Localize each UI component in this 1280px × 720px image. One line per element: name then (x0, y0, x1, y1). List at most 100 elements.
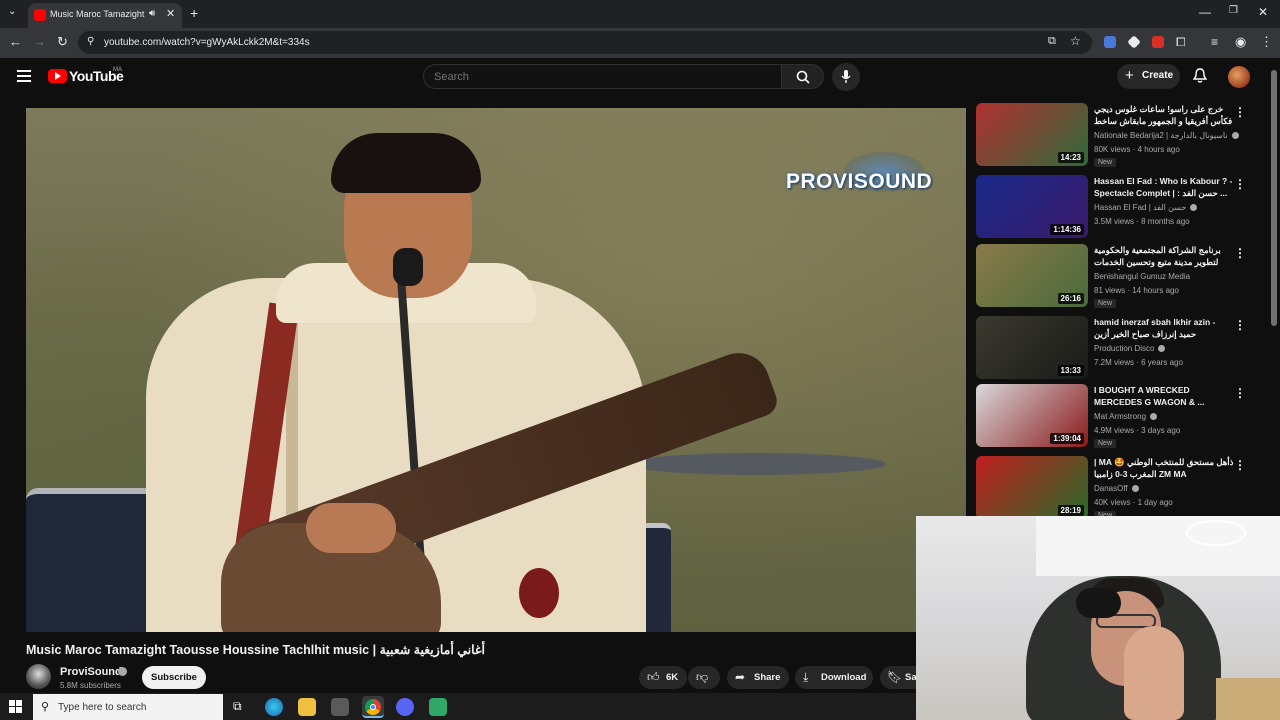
recommendation-title[interactable]: Hassan El Fad : Who Is Kabour ? - Specta… (1094, 175, 1234, 199)
address-bar[interactable]: ⚲ youtube.com/watch?v=gWyAkLckk2M&t=334s… (78, 31, 1092, 54)
recommendation-channel[interactable]: Benishangul Gumuz Media (1094, 272, 1190, 281)
media-controls-icon[interactable]: ≡ (1211, 35, 1218, 49)
dislike-button[interactable]: 👎︎ (688, 666, 720, 689)
recommendation-thumbnail[interactable]: 1:39:04 (976, 384, 1088, 447)
page-scrollbar[interactable] (1271, 70, 1277, 326)
recommendation-channel[interactable]: DanasOff (1094, 484, 1139, 493)
edge-browser-icon[interactable] (265, 698, 283, 716)
recommendation-channel[interactable]: Hassan El Fad | حسن الفد (1094, 203, 1198, 212)
close-icon[interactable]: ✕ (166, 7, 175, 20)
red-extension-icon[interactable] (1152, 36, 1164, 48)
video-duration: 1:14:36 (1050, 224, 1084, 235)
translate-extension-icon[interactable] (1104, 36, 1116, 48)
recommendation-thumbnail[interactable]: 28:19 (976, 456, 1088, 519)
install-app-icon[interactable]: ⧉ (1048, 35, 1056, 48)
channel-name[interactable]: ProviSound (60, 666, 122, 678)
recommendation-title[interactable]: I BOUGHT A WRECKED MERCEDES G WAGON & ..… (1094, 384, 1234, 408)
recommendation-item[interactable]: 1:14:36 Hassan El Fad : Who Is Kabour ? -… (976, 175, 1266, 239)
file-explorer-icon[interactable] (298, 698, 316, 716)
webcam-overlay (916, 516, 1280, 720)
recommendation-item[interactable]: 1:39:04 I BOUGHT A WRECKED MERCEDES G WAG… (976, 384, 1266, 448)
recommendation-item[interactable]: 13:33 hamid inerzaf sbah lkhir azin - حمي… (976, 316, 1266, 380)
recommendation-meta: 3.5M views · 8 months ago (1094, 217, 1190, 226)
task-view-icon[interactable]: ⧉ (233, 699, 242, 714)
recommendation-item[interactable]: 26:16 برنامج الشراكة المجتمعية والحكومية … (976, 244, 1266, 308)
subscribe-button[interactable]: Subscribe (142, 666, 206, 689)
recommendation-thumbnail[interactable]: 1:14:36 (976, 175, 1088, 238)
speaker-icon[interactable]: 🔊︎ (149, 8, 155, 19)
recommendation-title[interactable]: | MA 🤩 ذأهل مستحق للمنتخب الوطني المغرب … (1094, 456, 1234, 480)
extensions-puzzle-icon[interactable]: ⧠ (1176, 35, 1186, 50)
create-button[interactable]: + Create (1117, 64, 1180, 89)
thumbs-down-icon: 👎︎ (696, 670, 709, 684)
app-icon[interactable] (429, 698, 447, 716)
ceiling-lamp (1186, 520, 1246, 546)
search-input[interactable] (434, 69, 764, 85)
store-icon[interactable] (331, 698, 349, 716)
recommendation-item[interactable]: 14:23 خرج على راسو! ساعات غلوس ديجي فكأس … (976, 103, 1266, 167)
chevron-down-icon[interactable]: ⌄ (8, 6, 16, 17)
recommendation-channel[interactable]: Production Disco (1094, 344, 1166, 353)
recommendation-channel-name: Benishangul Gumuz Media (1094, 272, 1191, 281)
chrome-icon[interactable] (362, 696, 384, 718)
more-options-icon[interactable]: ⋮ (1234, 246, 1246, 260)
profile-icon[interactable]: ◉ (1235, 34, 1246, 50)
plus-icon[interactable]: + (190, 5, 198, 21)
minimize-icon[interactable]: — (1199, 5, 1211, 19)
discord-icon[interactable] (396, 698, 414, 716)
forward-icon[interactable]: → (33, 34, 46, 49)
video-player[interactable]: PROVISOUND (26, 108, 966, 632)
youtube-logo-icon[interactable] (48, 69, 67, 83)
video-watermark: PROVISOUND (786, 170, 933, 193)
person-hands (1124, 626, 1184, 720)
subscribe-label: Subscribe (151, 672, 197, 683)
recommendation-channel[interactable]: Nationale Bedarija2 | ناسيونال بالدارجة (1094, 131, 1239, 140)
more-options-icon[interactable]: ⋮ (1234, 105, 1246, 119)
url-text: youtube.com/watch?v=gWyAkLckk2M&t=334s (104, 37, 310, 48)
window-close-icon[interactable]: ✕ (1258, 5, 1268, 19)
create-label: Create (1142, 70, 1174, 81)
browser-tab[interactable]: Music Maroc Tamazight Taousse Houssine T… (28, 3, 182, 28)
taskbar-search-box[interactable]: ⚲ Type here to search (33, 694, 223, 720)
musician-hair (331, 133, 481, 193)
back-icon[interactable]: ← (9, 34, 22, 49)
diamond-extension-icon[interactable] (1127, 35, 1141, 49)
save-button[interactable]: 🔖︎ Sa (880, 666, 917, 689)
recommendation-channel-name: Mat Armstrong (1094, 412, 1147, 421)
recommendation-thumbnail[interactable]: 26:16 (976, 244, 1088, 307)
subscriber-count: 5.8M subscribers (60, 681, 121, 690)
recommendation-title[interactable]: hamid inerzaf sbah lkhir azin - حميد إنر… (1094, 316, 1234, 340)
voice-search-button[interactable] (832, 63, 860, 91)
site-info-icon[interactable]: ⚲ (87, 36, 94, 47)
search-button[interactable] (781, 64, 824, 89)
recommendation-item[interactable]: 28:19 | MA 🤩 ذأهل مستحق للمنتخب الوطني ال… (976, 456, 1266, 520)
like-button[interactable]: 👍︎ 6K (639, 666, 687, 689)
recommendation-channel[interactable]: Mat Armstrong (1094, 412, 1158, 421)
restore-icon[interactable]: ❐ (1229, 5, 1238, 16)
recommendation-thumbnail[interactable]: 14:23 (976, 103, 1088, 166)
search-icon (796, 70, 810, 84)
more-options-icon[interactable]: ⋮ (1234, 177, 1246, 191)
recommendation-title[interactable]: خرج على راسو! ساعات غلوس ديجي فكأس أفريق… (1094, 103, 1234, 129)
thumbs-up-icon: 👍︎ (647, 670, 660, 684)
channel-avatar[interactable] (26, 664, 51, 689)
menu-kebab-icon[interactable]: ⋮ (1260, 34, 1273, 50)
headphones (1076, 588, 1121, 618)
tassel (519, 568, 559, 618)
notifications-bell-icon[interactable] (1193, 68, 1207, 84)
bookmark-star-icon[interactable]: ☆ (1070, 34, 1081, 48)
search-box[interactable] (423, 64, 782, 89)
bookmark-icon: 🔖︎ (887, 670, 903, 684)
video-duration: 1:39:04 (1050, 433, 1084, 444)
user-avatar[interactable] (1228, 66, 1250, 88)
more-options-icon[interactable]: ⋮ (1234, 318, 1246, 332)
share-button[interactable]: ➦ Share (727, 666, 789, 689)
recommendation-title[interactable]: برنامج الشراكة المجتمعية والحكومية لتطوي… (1094, 244, 1234, 270)
reload-icon[interactable]: ↻ (57, 34, 68, 50)
more-options-icon[interactable]: ⋮ (1234, 458, 1246, 472)
hamburger-menu-icon[interactable] (17, 70, 31, 82)
windows-start-icon[interactable] (9, 700, 22, 713)
recommendation-thumbnail[interactable]: 13:33 (976, 316, 1088, 379)
more-options-icon[interactable]: ⋮ (1234, 386, 1246, 400)
download-button[interactable]: ⤓ Download (795, 666, 873, 689)
